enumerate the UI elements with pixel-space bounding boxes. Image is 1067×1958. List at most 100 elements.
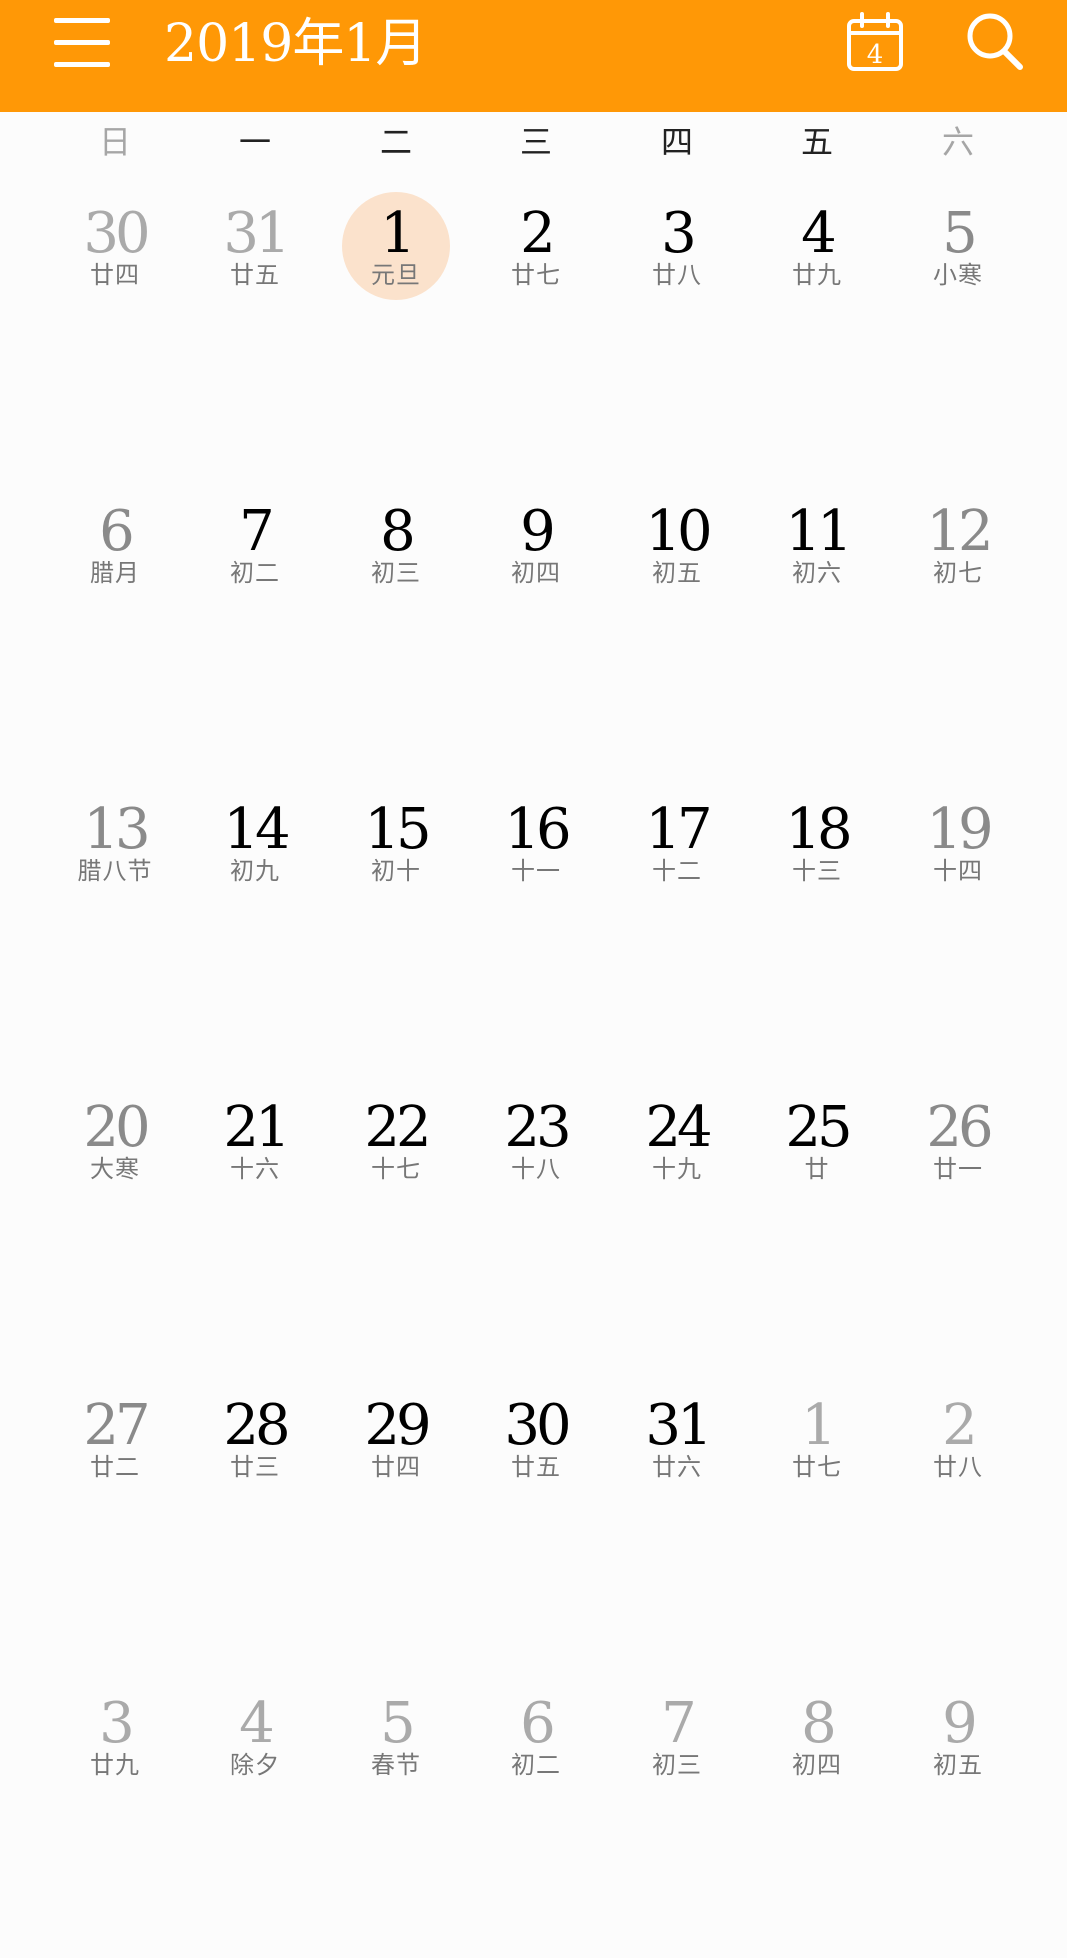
- today-button[interactable]: 4: [846, 12, 904, 72]
- lunar-date: 腊月: [90, 559, 140, 587]
- date-cell[interactable]: 9 初五: [888, 1660, 1028, 1958]
- date-cell[interactable]: 7 初三: [607, 1660, 747, 1958]
- day-number: 14: [223, 797, 290, 862]
- lunar-date: 廿六: [652, 1453, 702, 1481]
- lunar-date: 初六: [792, 559, 842, 587]
- day-number: 2: [942, 1393, 978, 1458]
- lunar-date: 初四: [792, 1751, 842, 1779]
- day-number: 29: [364, 1393, 431, 1458]
- date-cell[interactable]: 27 廿二: [45, 1362, 185, 1660]
- lunar-date: 廿一: [933, 1155, 983, 1183]
- day-number: 30: [504, 1393, 571, 1458]
- lunar-date: 廿: [804, 1155, 830, 1183]
- lunar-date: 廿二: [90, 1453, 140, 1481]
- lunar-date: 元旦: [371, 261, 421, 289]
- day-number: 31: [645, 1393, 712, 1458]
- month-title[interactable]: 2019年1月: [164, 12, 427, 76]
- day-number: 17: [645, 797, 712, 862]
- day-number: 4: [239, 1691, 275, 1756]
- day-number: 18: [785, 797, 852, 862]
- lunar-date: 廿七: [511, 261, 561, 289]
- hamburger-menu-icon: [54, 18, 110, 23]
- date-cell[interactable]: 22 十七: [326, 1064, 466, 1362]
- date-cell[interactable]: 31 廿五: [185, 170, 325, 468]
- today-number: 4: [867, 40, 884, 70]
- date-cell[interactable]: 19 十四: [888, 766, 1028, 1064]
- date-cell[interactable]: 8 初四: [747, 1660, 887, 1958]
- date-cell[interactable]: 26 廿一: [888, 1064, 1028, 1362]
- date-cell[interactable]: 8 初三: [326, 468, 466, 766]
- day-number: 9: [942, 1691, 978, 1756]
- lunar-date: 初九: [230, 857, 280, 885]
- day-number: 15: [364, 797, 431, 862]
- day-number: 27: [83, 1393, 150, 1458]
- lunar-date: 初二: [230, 559, 280, 587]
- date-cell[interactable]: 10 初五: [607, 468, 747, 766]
- date-cell[interactable]: 18 十三: [747, 766, 887, 1064]
- date-cell[interactable]: 30 廿四: [45, 170, 185, 468]
- day-number: 25: [785, 1095, 852, 1160]
- date-cell[interactable]: 25 廿: [747, 1064, 887, 1362]
- date-cell[interactable]: 28 廿三: [185, 1362, 325, 1660]
- search-icon: [967, 13, 1023, 70]
- lunar-date: 初三: [652, 1751, 702, 1779]
- hamburger-line: [54, 62, 110, 67]
- day-number: 6: [99, 499, 135, 564]
- lunar-date: 廿八: [933, 1453, 983, 1481]
- date-cell[interactable]: 4 除夕: [185, 1660, 325, 1958]
- date-cell[interactable]: 2 廿八: [888, 1362, 1028, 1660]
- lunar-date: 廿七: [792, 1453, 842, 1481]
- date-cell[interactable]: 31 廿六: [607, 1362, 747, 1660]
- day-number: 26: [926, 1095, 993, 1160]
- menu-button[interactable]: [54, 18, 110, 68]
- lunar-date: 十九: [652, 1155, 702, 1183]
- date-cell[interactable]: 9 初四: [466, 468, 606, 766]
- date-cell[interactable]: 3 廿九: [45, 1660, 185, 1958]
- date-cell[interactable]: 23 十八: [466, 1064, 606, 1362]
- day-number: 9: [520, 499, 556, 564]
- lunar-date: 廿四: [90, 261, 140, 289]
- lunar-date: 除夕: [230, 1751, 280, 1779]
- date-cell[interactable]: 5 春节: [326, 1660, 466, 1958]
- day-number: 11: [785, 499, 852, 564]
- search-button[interactable]: [964, 10, 1024, 72]
- date-cell[interactable]: 29 廿四: [326, 1362, 466, 1660]
- day-number: 3: [661, 201, 697, 266]
- date-cell[interactable]: 13 腊八节: [45, 766, 185, 1064]
- date-cell[interactable]: 3 廿八: [607, 170, 747, 468]
- lunar-date: 十八: [511, 1155, 561, 1183]
- lunar-date: 廿五: [230, 261, 280, 289]
- date-cell[interactable]: 20 大寒: [45, 1064, 185, 1362]
- day-number: 7: [239, 499, 275, 564]
- lunar-date: 十三: [792, 857, 842, 885]
- lunar-date: 廿九: [792, 261, 842, 289]
- date-cell[interactable]: 6 初二: [466, 1660, 606, 1958]
- date-cell[interactable]: 16 十一: [466, 766, 606, 1064]
- date-cell[interactable]: 12 初七: [888, 468, 1028, 766]
- weekday-label: 六: [941, 123, 974, 161]
- day-number: 24: [645, 1095, 712, 1160]
- date-cell-selected[interactable]: 1 元旦: [326, 170, 466, 468]
- date-cell[interactable]: 4 廿九: [747, 170, 887, 468]
- lunar-date: 初七: [933, 559, 983, 587]
- lunar-date: 初五: [652, 559, 702, 587]
- weekday-label: 五: [800, 123, 833, 161]
- date-cell[interactable]: 17 十二: [607, 766, 747, 1064]
- date-cell[interactable]: 11 初六: [747, 468, 887, 766]
- date-cell[interactable]: 6 腊月: [45, 468, 185, 766]
- date-cell[interactable]: 21 十六: [185, 1064, 325, 1362]
- lunar-date: 廿九: [90, 1751, 140, 1779]
- date-cell[interactable]: 30 廿五: [466, 1362, 606, 1660]
- lunar-date: 小寒: [933, 261, 983, 289]
- date-cell[interactable]: 5 小寒: [888, 170, 1028, 468]
- date-cell[interactable]: 24 十九: [607, 1064, 747, 1362]
- day-number: 3: [99, 1691, 135, 1756]
- day-number: 8: [801, 1691, 837, 1756]
- day-number: 28: [223, 1393, 290, 1458]
- date-cell[interactable]: 2 廿七: [466, 170, 606, 468]
- date-cell[interactable]: 7 初二: [185, 468, 325, 766]
- date-cell[interactable]: 1 廿七: [747, 1362, 887, 1660]
- top-app-bar: 2019年1月 4: [0, 0, 1067, 112]
- date-cell[interactable]: 15 初十: [326, 766, 466, 1064]
- date-cell[interactable]: 14 初九: [185, 766, 325, 1064]
